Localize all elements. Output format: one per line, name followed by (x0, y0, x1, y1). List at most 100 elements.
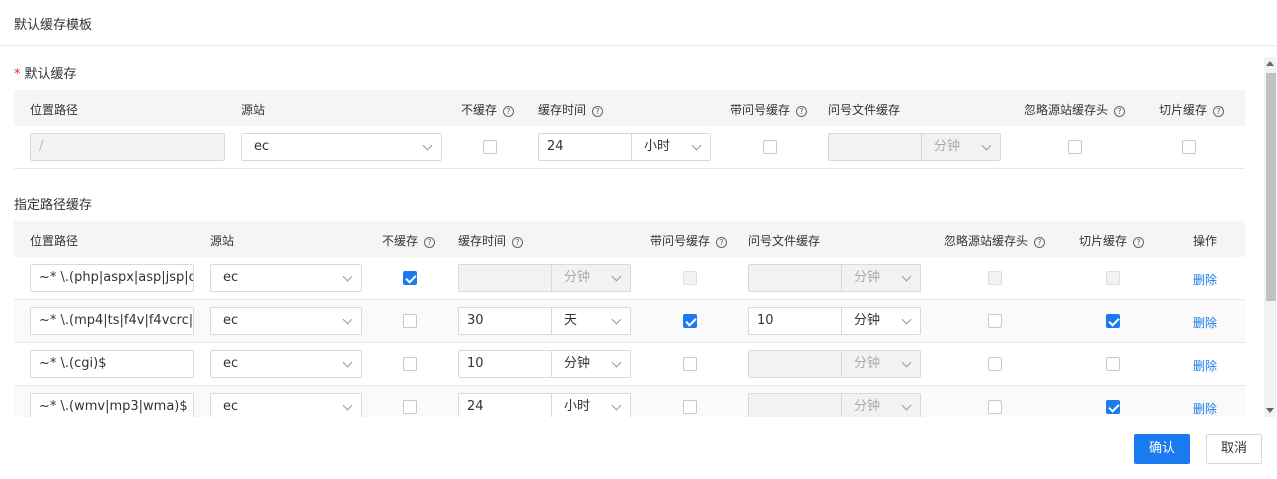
path-input[interactable]: ~* \.(mp4|ts|f4v|f4vcrc|72 (30, 307, 194, 335)
th-cache-time: 缓存时间? (458, 232, 524, 249)
origin-select[interactable]: ec (210, 393, 362, 417)
cache-unit-select[interactable]: 分钟 (551, 350, 631, 378)
no-cache-checkbox[interactable] (403, 357, 417, 371)
question-circle-icon[interactable]: ? (796, 106, 808, 117)
query-file-cache-input[interactable]: 10 (748, 307, 842, 335)
chevron-down-icon (901, 357, 912, 368)
chevron-down-icon (611, 314, 622, 325)
path-input[interactable]: ~* \.(php|aspx|asp|jsp|do (30, 264, 194, 292)
chevron-down-icon (611, 400, 622, 411)
path-table-header: 位置路径 源站 不缓存? 缓存时间? 带问号缓存? 问号文件缓存 忽略源站缓存头… (14, 221, 1245, 257)
query-file-cache-input[interactable] (748, 350, 842, 378)
query-file-unit-select[interactable]: 分钟 (841, 350, 921, 378)
query-file-cache-input[interactable] (748, 264, 842, 292)
query-cache-checkbox[interactable] (683, 271, 697, 285)
cache-unit-select[interactable]: 小时 (551, 393, 631, 417)
th-origin: 源站 (241, 103, 266, 117)
origin-select[interactable]: ec (210, 307, 362, 335)
dialog-header: 默认缓存模板 (0, 0, 1277, 46)
table-row: ~* \.(mp4|ts|f4v|f4vcrc|72 ec 30 天 10 分钟… (14, 300, 1245, 343)
scroll-up-icon[interactable] (1266, 61, 1274, 66)
delete-link[interactable]: 删除 (1193, 357, 1217, 374)
question-circle-icon[interactable]: ? (503, 106, 515, 117)
scrollbar-thumb[interactable] (1266, 73, 1276, 301)
origin-select[interactable]: ec (210, 264, 362, 292)
th-origin: 源站 (210, 234, 235, 248)
question-circle-icon[interactable]: ? (1034, 237, 1046, 248)
th-path: 位置路径 (30, 234, 79, 248)
cache-time-input[interactable]: 24 (538, 133, 632, 161)
ignore-origin-headers-checkbox[interactable] (988, 400, 1002, 414)
cache-unit-select[interactable]: 分钟 (551, 264, 631, 292)
question-circle-icon[interactable]: ? (1133, 237, 1145, 248)
th-ignore-origin-headers: 忽略源站缓存头? (944, 232, 1046, 249)
default-table-header: 位置路径 源站 不缓存? 缓存时间? 带问号缓存? 问号文件缓存 忽略源站缓存头… (14, 90, 1245, 126)
query-file-unit-select[interactable]: 分钟 (841, 393, 921, 417)
th-cache-time: 缓存时间? (538, 101, 604, 118)
query-file-unit-select[interactable]: 分钟 (921, 133, 1001, 161)
slice-cache-checkbox[interactable] (1106, 357, 1120, 371)
query-cache-checkbox[interactable] (683, 400, 697, 414)
ignore-origin-headers-checkbox[interactable] (988, 271, 1002, 285)
cache-time-input[interactable]: 24 (458, 393, 552, 417)
th-no-cache: 不缓存? (461, 101, 515, 118)
path-input[interactable]: ~* \.(wmv|mp3|wma)$ (30, 393, 194, 417)
chevron-down-icon (611, 271, 622, 282)
no-cache-checkbox[interactable] (483, 140, 497, 154)
no-cache-checkbox[interactable] (403, 400, 417, 414)
question-circle-icon[interactable]: ? (512, 237, 524, 248)
chevron-down-icon (901, 314, 912, 325)
cache-time-input[interactable] (458, 264, 552, 292)
question-circle-icon[interactable]: ? (1114, 106, 1126, 117)
slice-cache-checkbox[interactable] (1106, 400, 1120, 414)
query-file-unit-select[interactable]: 分钟 (841, 264, 921, 292)
no-cache-checkbox[interactable] (403, 271, 417, 285)
question-circle-icon[interactable]: ? (1213, 106, 1225, 117)
ignore-origin-headers-checkbox[interactable] (988, 357, 1002, 371)
confirm-button[interactable]: 确认 (1134, 434, 1190, 464)
no-cache-checkbox[interactable] (403, 314, 417, 328)
th-query-file-cache: 问号文件缓存 (748, 234, 821, 248)
cache-template-dialog: 默认缓存模板 * 默认缓存 位置路径 源站 不缓存? 缓存时间? 带问号缓存? 问… (0, 0, 1277, 479)
ignore-origin-headers-checkbox[interactable] (1068, 140, 1082, 154)
chevron-down-icon (981, 140, 992, 151)
default-cache-label: * 默认缓存 (14, 67, 77, 82)
chevron-down-icon (611, 357, 622, 368)
query-file-cache-input[interactable] (748, 393, 842, 417)
th-action: 操作 (1193, 234, 1218, 248)
slice-cache-checkbox[interactable] (1106, 314, 1120, 328)
vertical-scrollbar[interactable] (1264, 57, 1276, 417)
question-circle-icon[interactable]: ? (424, 237, 436, 248)
scroll-down-icon[interactable] (1266, 408, 1274, 413)
path-input[interactable]: / (30, 133, 225, 161)
cache-unit-select[interactable]: 天 (551, 307, 631, 335)
query-cache-checkbox[interactable] (683, 314, 697, 328)
query-file-unit-select[interactable]: 分钟 (841, 307, 921, 335)
question-circle-icon[interactable]: ? (716, 237, 728, 248)
th-query-cache: 带问号缓存? (730, 101, 808, 118)
slice-cache-checkbox[interactable] (1106, 271, 1120, 285)
slice-cache-checkbox[interactable] (1182, 140, 1196, 154)
dialog-footer: 确认 取消 (0, 417, 1277, 479)
query-file-cache-input[interactable] (828, 133, 922, 161)
path-input[interactable]: ~* \.(cgi)$ (30, 350, 194, 378)
question-circle-icon[interactable]: ? (592, 106, 604, 117)
default-cache-row: / ec 24 小时 分钟 (14, 126, 1245, 169)
cancel-button[interactable]: 取消 (1206, 434, 1262, 464)
table-row: ~* \.(wmv|mp3|wma)$ ec 24 小时 分钟 删除 (14, 386, 1245, 417)
origin-select[interactable]: ec (241, 133, 442, 161)
cache-unit-select[interactable]: 小时 (631, 133, 711, 161)
query-cache-checkbox[interactable] (763, 140, 777, 154)
cache-time-input[interactable]: 30 (458, 307, 552, 335)
query-cache-checkbox[interactable] (683, 357, 697, 371)
cache-time-input[interactable]: 10 (458, 350, 552, 378)
origin-select[interactable]: ec (210, 350, 362, 378)
chevron-down-icon (342, 400, 353, 411)
delete-link[interactable]: 删除 (1193, 271, 1217, 288)
ignore-origin-headers-checkbox[interactable] (988, 314, 1002, 328)
chevron-down-icon (342, 357, 353, 368)
chevron-down-icon (691, 140, 702, 151)
delete-link[interactable]: 删除 (1193, 400, 1217, 417)
table-row: ~* \.(php|aspx|asp|jsp|do ec 分钟 分钟 删除 (14, 257, 1245, 300)
delete-link[interactable]: 删除 (1193, 314, 1217, 331)
